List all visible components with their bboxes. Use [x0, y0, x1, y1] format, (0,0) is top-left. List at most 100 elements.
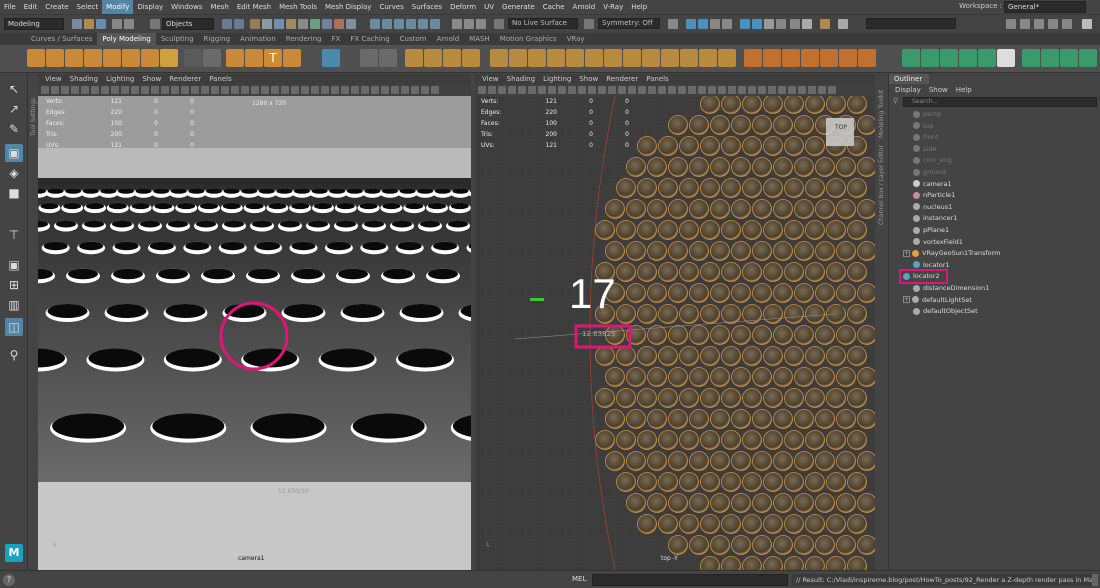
- combine-icon[interactable]: [322, 49, 340, 67]
- outliner-item[interactable]: top: [913, 121, 934, 132]
- vray-sphere-icon[interactable]: [902, 49, 920, 67]
- menu-help[interactable]: Help: [627, 0, 651, 14]
- symmetry-field[interactable]: Symmetry: Off: [598, 18, 660, 29]
- view-cube[interactable]: [826, 118, 854, 146]
- rv-tool-icon[interactable]: [718, 86, 726, 94]
- snap-point-icon[interactable]: [394, 19, 404, 29]
- poly-disc-icon[interactable]: [141, 49, 159, 67]
- menu-generate[interactable]: Generate: [498, 0, 539, 14]
- outliner-item[interactable]: + defaultLightSet: [903, 295, 972, 306]
- rv-tool-icon[interactable]: [558, 86, 566, 94]
- outliner-item[interactable]: front: [913, 132, 938, 143]
- shelf-tab-fx[interactable]: FX: [327, 33, 346, 45]
- viewport-menu-renderer[interactable]: Renderer: [602, 74, 642, 84]
- menu-edit[interactable]: Edit: [20, 0, 42, 14]
- lv-tool-icon[interactable]: [271, 86, 279, 94]
- lv-tool-icon[interactable]: [401, 86, 409, 94]
- lv-tool-icon[interactable]: [41, 86, 49, 94]
- rv-tool-icon[interactable]: [658, 86, 666, 94]
- panel-toggle-icon-2[interactable]: [1020, 19, 1030, 29]
- snap-vertex-icon[interactable]: [430, 19, 440, 29]
- vray-vfb-icon[interactable]: [802, 19, 812, 29]
- perspective-viewport[interactable]: View Shading Lighting Show Renderer Panels Ve…: [38, 74, 471, 570]
- camera-uv-icon[interactable]: [839, 49, 857, 67]
- outliner-item[interactable]: locator2: [899, 269, 948, 285]
- lv-tool-icon[interactable]: [231, 86, 239, 94]
- rv-tool-icon[interactable]: [498, 86, 506, 94]
- scale-tool-icon[interactable]: ■: [5, 184, 23, 202]
- perspective-scene[interactable]: [38, 96, 471, 570]
- viewport-menu-panels[interactable]: Panels: [205, 74, 236, 84]
- vray-clipper-icon[interactable]: [1022, 49, 1040, 67]
- menu-surfaces[interactable]: Surfaces: [408, 0, 446, 14]
- cylindrical-uv-icon[interactable]: [801, 49, 819, 67]
- lv-tool-icon[interactable]: [251, 86, 259, 94]
- outliner-item[interactable]: persp: [913, 109, 941, 120]
- menu-arnold[interactable]: Arnold: [569, 0, 600, 14]
- history-icon[interactable]: [452, 19, 462, 29]
- rv-tool-icon[interactable]: [738, 86, 746, 94]
- rv-tool-icon[interactable]: [578, 86, 586, 94]
- modeling-toolkit-tab[interactable]: Modeling Toolkit: [878, 78, 885, 138]
- vray-fur-icon[interactable]: [959, 49, 977, 67]
- menu-windows[interactable]: Windows: [167, 0, 206, 14]
- rv-tool-icon[interactable]: [618, 86, 626, 94]
- hypershade-icon[interactable]: [722, 19, 732, 29]
- rv-tool-icon[interactable]: [488, 86, 496, 94]
- shelf-tab-curves-surfaces[interactable]: Curves / Surfaces: [26, 33, 97, 45]
- vray-frame-icon[interactable]: [776, 19, 786, 29]
- lv-tool-icon[interactable]: [241, 86, 249, 94]
- rv-tool-icon[interactable]: [688, 86, 696, 94]
- rv-tool-icon[interactable]: [778, 86, 786, 94]
- input-icon[interactable]: [464, 19, 474, 29]
- rv-tool-icon[interactable]: [728, 86, 736, 94]
- save-scene-icon[interactable]: [96, 19, 106, 29]
- lv-tool-icon[interactable]: [341, 86, 349, 94]
- lv-tool-icon[interactable]: [431, 86, 439, 94]
- menu-display[interactable]: Display: [133, 0, 167, 14]
- smooth-icon[interactable]: [379, 49, 397, 67]
- spherical-uv-icon[interactable]: [820, 49, 838, 67]
- menu-deform[interactable]: Deform: [446, 0, 480, 14]
- menu-v-ray[interactable]: V-Ray: [599, 0, 627, 14]
- viewport-menu-show[interactable]: Show: [575, 74, 602, 84]
- mask-icon-9[interactable]: [346, 19, 356, 29]
- viewport-menu-panels[interactable]: Panels: [642, 74, 673, 84]
- rv-tool-icon[interactable]: [678, 86, 686, 94]
- poly-platonic-icon[interactable]: [160, 49, 178, 67]
- lv-tool-icon[interactable]: [291, 86, 299, 94]
- outliner-item[interactable]: locator1: [913, 260, 950, 271]
- poly-pipe-icon[interactable]: [184, 49, 202, 67]
- mask-icon-1[interactable]: [250, 19, 260, 29]
- boolean-union-icon[interactable]: [405, 49, 423, 67]
- lv-tool-icon[interactable]: [131, 86, 139, 94]
- tool-settings-tab[interactable]: Tool Settings: [30, 76, 37, 136]
- rotate-tool-icon[interactable]: ◈: [5, 164, 23, 182]
- command-input[interactable]: [592, 574, 788, 586]
- vray-stop-icon[interactable]: [764, 19, 774, 29]
- rv-tool-icon[interactable]: [518, 86, 526, 94]
- lv-tool-icon[interactable]: [301, 86, 309, 94]
- vray-settings-icon[interactable]: [790, 19, 800, 29]
- expand-icon[interactable]: +: [903, 296, 910, 304]
- poly-plane-icon[interactable]: [122, 49, 140, 67]
- panel-toggle-icon-4[interactable]: [1048, 19, 1058, 29]
- rv-tool-icon[interactable]: [828, 86, 836, 94]
- new-scene-icon[interactable]: [72, 19, 82, 29]
- lv-tool-icon[interactable]: [161, 86, 169, 94]
- vray-light-icon[interactable]: [820, 19, 830, 29]
- bridge-icon[interactable]: [509, 49, 527, 67]
- rv-tool-icon[interactable]: [478, 86, 486, 94]
- viewport-menu-shading[interactable]: Shading: [66, 74, 102, 84]
- rv-tool-icon[interactable]: [508, 86, 516, 94]
- bevel-icon[interactable]: [528, 49, 546, 67]
- menu-modify[interactable]: Modify: [102, 0, 134, 14]
- snap-grid-icon[interactable]: [370, 19, 380, 29]
- shelf-tab-custom[interactable]: Custom: [395, 33, 432, 45]
- open-scene-icon[interactable]: [84, 19, 94, 29]
- menu-create[interactable]: Create: [41, 0, 72, 14]
- mask-icon-2[interactable]: [262, 19, 272, 29]
- poly-cube-icon[interactable]: [46, 49, 64, 67]
- vray-proxy-icon[interactable]: [940, 49, 958, 67]
- vray-pause-icon[interactable]: [838, 19, 848, 29]
